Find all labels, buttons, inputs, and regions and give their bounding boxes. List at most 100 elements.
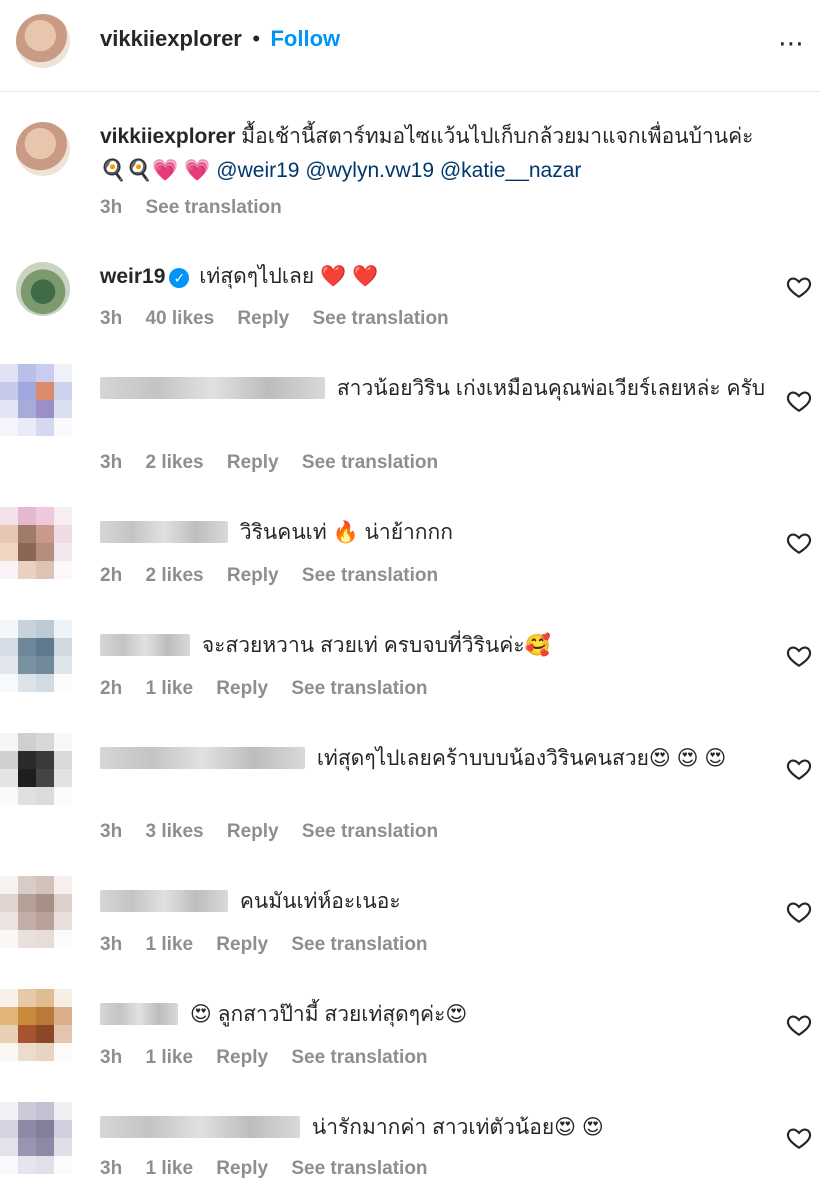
caption-time[interactable]: 3h [100,197,122,218]
heart-eyes-emoji: 😍 😍 [554,1116,604,1139]
more-options-icon[interactable]: ⋯ [778,28,806,59]
comment-meta: 3h 2 likes Reply See translation [100,452,456,474]
heart-eyes-emoji: 😍 [189,1003,212,1026]
caption-body: มื้อเช้านี้สตาร์ทมอไซแว้นไปเก็บกล้วยมาแจ… [241,125,754,148]
blurred-username[interactable] [100,634,190,656]
caption-avatar[interactable] [16,122,70,176]
comment-likes[interactable]: 1 like [145,934,193,955]
comment-text: 😍 ลูกสาวป๊ามี้ สวยเท่สุดๆค่ะ😍 [100,998,780,1032]
comment-time[interactable]: 3h [100,1047,122,1068]
comment-likes[interactable]: 2 likes [145,565,203,586]
comment-body: ลูกสาวป๊ามี้ สวยเท่สุดๆค่ะ [217,1003,446,1026]
comment-avatar[interactable] [0,989,72,1061]
blurred-username[interactable] [100,377,325,399]
comment-emojis: ❤️ ❤️ [320,265,379,288]
separator-dot: • [252,26,261,51]
caption-see-translation[interactable]: See translation [145,197,281,218]
comment-meta: 2h 2 likes Reply See translation [100,565,456,587]
mention-weir19[interactable]: @weir19 [216,159,299,182]
comment-time[interactable]: 2h [100,565,122,586]
heart-outline-icon[interactable] [786,388,812,414]
comment-time[interactable]: 3h [100,934,122,955]
comment-likes[interactable]: 3 likes [145,821,203,842]
blurred-username[interactable] [100,747,305,769]
comment-time[interactable]: 3h [100,452,122,473]
comment-text: เท่สุดๆไปเลยคร้าบบบน้องวิรินคนสวย😍 😍 😍 [100,742,780,776]
heart-outline-icon[interactable] [786,274,812,300]
comment-avatar[interactable] [16,262,70,316]
comment-likes[interactable]: 40 likes [145,308,214,329]
see-translation-button[interactable]: See translation [302,452,438,473]
comment-body: วิรินคนเท่ [239,521,327,544]
heart-outline-icon[interactable] [786,756,812,782]
see-translation-button[interactable]: See translation [302,565,438,586]
comment-likes[interactable]: 1 like [145,678,193,699]
blurred-username[interactable] [100,890,228,912]
comment-likes[interactable]: 1 like [145,1047,193,1068]
comment-meta: 3h 1 like Reply See translation [100,934,446,956]
blurred-username[interactable] [100,1116,300,1138]
heart-outline-icon[interactable] [786,643,812,669]
see-translation-button[interactable]: See translation [312,308,448,329]
fire-emoji: 🔥 [332,521,359,544]
comment-meta: 3h 40 likes Reply See translation [100,308,467,330]
reply-button[interactable]: Reply [237,308,289,329]
comment-avatar[interactable] [0,620,72,692]
comment-text: weir19 ✓ เท่สุดๆไปเลย ❤️ ❤️ [100,260,780,294]
caption-text: vikkiiexplorer มื้อเช้านี้สตาร์ทมอไซแว้น… [100,120,780,188]
comment-body: น่ารักมากค่า สาวเท่ตัวน้อย [311,1116,555,1139]
comment-text: คนมันเท่ห์อะเนอะ [100,885,780,919]
author-avatar[interactable] [16,14,70,68]
comment-time[interactable]: 3h [100,821,122,842]
see-translation-button[interactable]: See translation [291,678,427,699]
comment-body: เท่สุดๆไปเลย [199,265,315,288]
blurred-username[interactable] [100,521,228,543]
mention-wylyn[interactable]: @wylyn.vw19 [305,159,434,182]
comment-body: จะสวยหวาน สวยเท่ ครบจบที่วิรินค่ะ [201,634,525,657]
see-translation-button[interactable]: See translation [291,1158,427,1179]
see-translation-button[interactable]: See translation [291,1047,427,1068]
comment-avatar[interactable] [0,507,72,579]
reply-button[interactable]: Reply [216,934,268,955]
author-username[interactable]: vikkiiexplorer [100,26,242,51]
heart-outline-icon[interactable] [786,1012,812,1038]
comment-time[interactable]: 3h [100,308,122,329]
comment-username[interactable]: weir19 [100,265,165,288]
comment-meta: 3h 3 likes Reply See translation [100,821,456,843]
comment-time[interactable]: 2h [100,678,122,699]
comment-avatar[interactable] [0,1102,72,1174]
reply-button[interactable]: Reply [227,821,279,842]
comment-text: วิรินคนเท่ 🔥 น่าย้ากกก [100,516,780,550]
heart-eyes-emoji: 😍 😍 😍 [648,747,727,770]
comment-text: น่ารักมากค่า สาวเท่ตัวน้อย😍 😍 [100,1111,780,1145]
comment-body-end: น่าย้ากกก [364,521,453,544]
comment-text: สาวน้อยวิริน เก่งเหมือนคุณพ่อเวียร์เลยหล… [100,372,780,406]
reply-button[interactable]: Reply [216,1158,268,1179]
reply-button[interactable]: Reply [227,452,279,473]
comment-body: คนมันเท่ห์อะเนอะ [239,890,401,913]
comment-likes[interactable]: 1 like [145,1158,193,1179]
mention-katie[interactable]: @katie__nazar [440,159,582,182]
comment-avatar[interactable] [0,733,72,805]
blurred-username[interactable] [100,1003,178,1025]
see-translation-button[interactable]: See translation [291,934,427,955]
comment-time[interactable]: 3h [100,1158,122,1179]
comment-meta: 3h 1 like Reply See translation [100,1047,446,1069]
caption-meta: 3h See translation [100,197,300,219]
heart-outline-icon[interactable] [786,530,812,556]
heart-outline-icon[interactable] [786,1125,812,1151]
comment-body: เท่สุดๆไปเลยคร้าบบบน้องวิรินคนสวย [316,747,649,770]
comment-likes[interactable]: 2 likes [145,452,203,473]
heart-outline-icon[interactable] [786,899,812,925]
see-translation-button[interactable]: See translation [302,821,438,842]
reply-button[interactable]: Reply [216,1047,268,1068]
comment-avatar[interactable] [0,876,72,948]
follow-button[interactable]: Follow [270,26,340,51]
verified-badge-icon: ✓ [169,268,190,288]
comment-avatar[interactable] [0,364,72,436]
reply-button[interactable]: Reply [216,678,268,699]
caption-username[interactable]: vikkiiexplorer [100,125,235,148]
reply-button[interactable]: Reply [227,565,279,586]
comment-meta: 3h 1 like Reply See translation [100,1158,446,1180]
header-user-line: vikkiiexplorer • Follow [100,26,340,52]
